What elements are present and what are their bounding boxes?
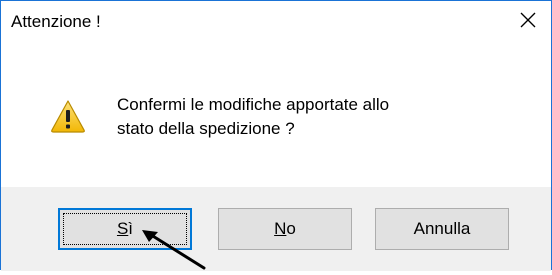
- close-icon: [520, 12, 536, 28]
- dialog-message: Confermi le modifiche apportate allo sta…: [117, 93, 497, 141]
- no-button-label: No: [274, 219, 296, 238]
- dialog-window: Attenzione ! Confermi le modifiche appor…: [0, 0, 552, 271]
- mouse-cursor-icon: [138, 228, 208, 270]
- dialog-content: Confermi le modifiche apportate allo sta…: [1, 41, 551, 187]
- warning-icon: [50, 99, 86, 133]
- dialog-title: Attenzione !: [11, 12, 101, 31]
- cancel-button[interactable]: Annulla: [375, 208, 509, 250]
- title-bar: Attenzione !: [1, 1, 551, 41]
- button-bar: Sì No Annulla: [1, 187, 551, 271]
- yes-button-label: Sì: [116, 219, 134, 238]
- message-line-1: Confermi le modifiche apportate allo: [117, 95, 390, 114]
- close-button[interactable]: [505, 1, 551, 39]
- no-button[interactable]: No: [218, 208, 352, 250]
- message-line-2: stato della spedizione ?: [117, 119, 295, 138]
- cancel-button-label: Annulla: [413, 219, 471, 238]
